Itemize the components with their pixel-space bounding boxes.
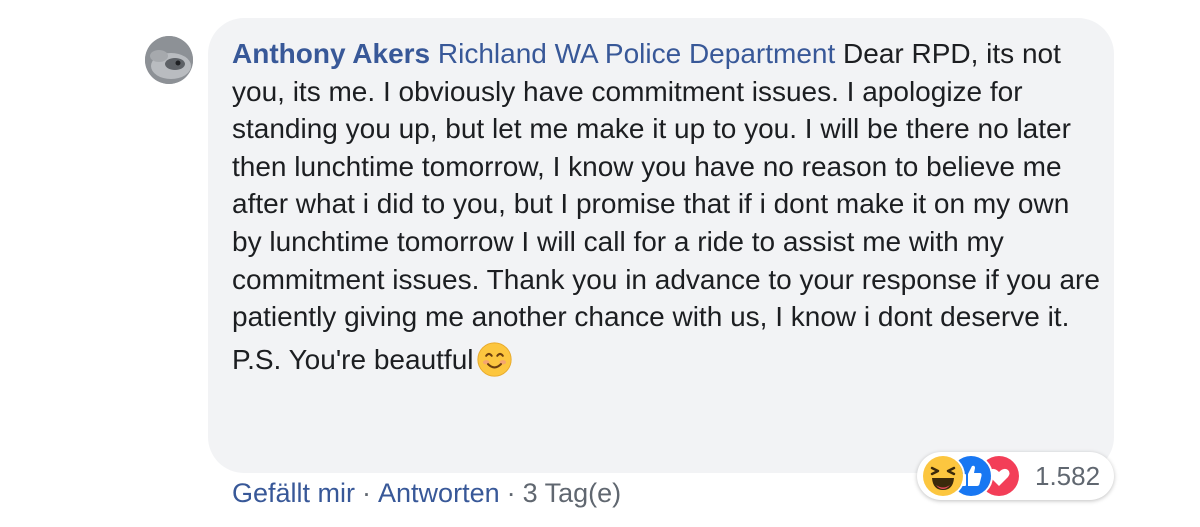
tagged-page-link[interactable]: Richland WA Police Department [438, 38, 835, 69]
avatar-image [145, 36, 193, 84]
author-name-link[interactable]: Anthony Akers [232, 38, 430, 69]
comment-message: Dear RPD, its not you, its me. I obvious… [232, 38, 1100, 333]
separator-dot: · [506, 478, 516, 508]
reply-link[interactable]: Antworten [378, 478, 500, 508]
avatar[interactable] [145, 36, 193, 84]
comment-ps-line: P.S. You're beautful [232, 341, 1102, 379]
separator-dot: · [362, 478, 372, 508]
like-link[interactable]: Gefällt mir [232, 478, 355, 508]
comment-main-text: Anthony Akers Richland WA Police Departm… [232, 35, 1102, 336]
ps-text: P.S. You're beautful [232, 343, 474, 375]
comment-timestamp[interactable]: 3 Tag(e) [523, 478, 622, 508]
reaction-count: 1.582 [1035, 460, 1101, 491]
haha-icon [921, 454, 965, 498]
comment-actions: Gefällt mir · Antworten · 3 Tag(e) [232, 478, 621, 509]
smiling-face-emoji-icon [476, 341, 513, 378]
reactions-summary[interactable]: 1.582 [917, 452, 1115, 500]
comment-body: Anthony Akers Richland WA Police Departm… [232, 35, 1102, 378]
